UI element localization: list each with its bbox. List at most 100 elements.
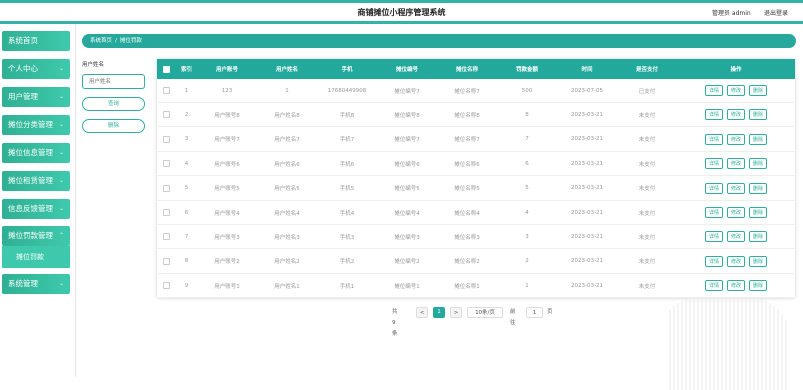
cell-amount: 2 xyxy=(525,258,529,265)
sidebar-item-system[interactable]: 系统管理 ⌄ xyxy=(2,274,70,294)
cell-account: 用户账号8 xyxy=(214,112,240,119)
batch-delete-button[interactable]: 删除 xyxy=(82,119,145,133)
page-number-current[interactable]: 1 xyxy=(433,307,445,318)
table-row: 2 用户账号8 用户姓名8 手机8 摊位编号8 摊位名称8 8 2023-03-21 未支付 详情… xyxy=(157,103,795,128)
cell-index: 7 xyxy=(184,233,189,240)
detail-button[interactable]: 详情 xyxy=(705,231,723,243)
chevron-down-icon: ⌄ xyxy=(58,280,64,287)
prev-page-button[interactable]: < xyxy=(416,307,428,318)
pagination-total: 共 9 条 xyxy=(392,309,398,337)
cell-account: 用户账号3 xyxy=(214,234,240,241)
sidebar-item-home[interactable]: 系统首页 xyxy=(2,31,70,51)
detail-button[interactable]: 详情 xyxy=(705,207,723,218)
table-row: 9 用户账号1 用户姓名1 手机1 摊位编号1 摊位名称1 1 2023-03-21 未支付 详情… xyxy=(157,274,795,299)
cell-stall-name: 摊位名称8 xyxy=(454,112,480,119)
row-actions: 详情 修改 删除 xyxy=(677,103,795,126)
query-button[interactable]: 查询 xyxy=(82,97,145,111)
sidebar-item-feedback[interactable]: 信息反馈管理 ⌄ xyxy=(2,199,70,219)
edit-button[interactable]: 修改 xyxy=(727,109,745,121)
row-checkbox[interactable] xyxy=(163,87,170,94)
detail-button[interactable]: 详情 xyxy=(705,182,723,194)
cell-index: 1 xyxy=(184,87,189,94)
table-row: 5 用户账号5 用户姓名5 手机5 摊位编号5 摊位名称5 5 2023-03-21 未支付 详情… xyxy=(157,177,795,201)
sidebar-item-user-management[interactable]: 用户管理 ⌄ xyxy=(2,87,70,107)
cell-name: 用户姓名7 xyxy=(274,137,300,144)
sidebar-item-label: 系统管理 xyxy=(8,279,38,288)
sidebar-subitem-stall-fine[interactable]: 摊位罚款 xyxy=(2,246,70,268)
delete-button[interactable]: 删除 xyxy=(749,133,767,145)
edit-button[interactable]: 修改 xyxy=(727,207,745,218)
row-checkbox[interactable] xyxy=(163,184,170,192)
search-panel: 用户姓名 查询 删除 xyxy=(80,60,150,133)
sidebar-item-personal-center[interactable]: 个人中心 ⌄ xyxy=(2,59,70,79)
cell-stall-name: 摊位名称3 xyxy=(454,234,480,241)
row-checkbox[interactable] xyxy=(163,257,170,265)
detail-button[interactable]: 详情 xyxy=(705,280,723,292)
cell-stall-name: 摊位名称6 xyxy=(454,161,480,168)
detail-button[interactable]: 详情 xyxy=(705,255,723,267)
edit-button[interactable]: 修改 xyxy=(727,231,745,243)
cell-index: 8 xyxy=(184,258,189,265)
page-size-select[interactable]: 10条/页 xyxy=(467,307,503,318)
cell-phone: 手机8 xyxy=(339,112,355,119)
delete-button[interactable]: 删除 xyxy=(749,182,767,194)
sidebar-item-stall-category[interactable]: 摊位分类管理 ⌄ xyxy=(2,115,70,135)
row-checkbox[interactable] xyxy=(163,209,170,216)
chevron-up-icon: ⌃ xyxy=(58,232,64,239)
delete-button[interactable]: 删除 xyxy=(749,207,767,218)
delete-button[interactable]: 删除 xyxy=(749,158,767,170)
next-page-button[interactable]: > xyxy=(450,307,462,318)
breadcrumb-home[interactable]: 系统首页 xyxy=(90,38,112,44)
goto-page-input[interactable]: 1 xyxy=(526,307,543,318)
sidebar-item-stall-fine[interactable]: 摊位罚款管理 ⌃ xyxy=(2,226,70,246)
edit-button[interactable]: 修改 xyxy=(727,182,745,194)
cell-amount: 4 xyxy=(525,209,529,216)
detail-button[interactable]: 详情 xyxy=(705,85,723,96)
cell-index: 9 xyxy=(184,282,189,289)
detail-button[interactable]: 详情 xyxy=(705,158,723,170)
breadcrumb-separator: / xyxy=(115,38,117,44)
cell-time: 2023-03-21 xyxy=(571,111,603,118)
chevron-down-icon: ⌄ xyxy=(58,65,64,72)
edit-button[interactable]: 修改 xyxy=(727,255,745,267)
sidebar-item-stall-rental[interactable]: 摊位租赁管理 ⌄ xyxy=(2,171,70,191)
breadcrumb-current: 摊位罚款 xyxy=(119,38,142,44)
cell-index: 4 xyxy=(184,160,189,167)
edit-button[interactable]: 修改 xyxy=(727,280,745,292)
cell-account: 用户账号1 xyxy=(214,283,240,290)
row-checkbox[interactable] xyxy=(163,233,170,241)
delete-button[interactable]: 删除 xyxy=(749,109,767,121)
delete-button[interactable]: 删除 xyxy=(749,280,767,292)
select-all-checkbox[interactable] xyxy=(163,65,170,73)
edit-button[interactable]: 修改 xyxy=(727,85,745,96)
table-row: 1 123 1 17680449908 摊位编号7 摊位名称7 500 2023-07-05 已… xyxy=(157,79,795,103)
edit-button[interactable]: 修改 xyxy=(727,158,745,170)
cell-stall-no: 摊位编号1 xyxy=(394,283,420,290)
cell-amount: 5 xyxy=(525,185,529,192)
logout-link[interactable]: 退出登录 xyxy=(764,8,788,17)
row-checkbox[interactable] xyxy=(163,160,170,168)
cell-account: 用户账号6 xyxy=(214,161,240,168)
sidebar-item-stall-info[interactable]: 摊位信息管理 ⌄ xyxy=(2,143,70,163)
cell-account: 用户账号4 xyxy=(214,210,240,217)
row-checkbox[interactable] xyxy=(163,111,170,119)
cell-index: 3 xyxy=(184,136,189,143)
delete-button[interactable]: 删除 xyxy=(749,255,767,267)
cell-stall-name: 摊位名称1 xyxy=(454,283,480,290)
edit-button[interactable]: 修改 xyxy=(727,133,745,145)
sidebar-item-label: 用户管理 xyxy=(8,92,38,101)
search-input[interactable] xyxy=(82,74,145,89)
row-checkbox[interactable] xyxy=(163,282,170,290)
detail-button[interactable]: 详情 xyxy=(705,109,723,121)
cell-name: 1 xyxy=(285,87,289,94)
data-table: 索引 用户账号 用户姓名 手机 摊位编号 摊位名称 罚款金额 时间 是否支付 操… xyxy=(157,59,795,299)
detail-button[interactable]: 详情 xyxy=(705,133,723,145)
cell-account: 用户账号7 xyxy=(214,137,240,144)
cell-name: 用户姓名5 xyxy=(274,186,300,193)
row-actions: 详情 修改 删除 xyxy=(677,250,795,273)
delete-button[interactable]: 删除 xyxy=(749,85,767,96)
cell-paid: 未支付 xyxy=(638,112,656,119)
row-checkbox[interactable] xyxy=(163,135,170,143)
row-actions: 详情 修改 删除 xyxy=(677,274,795,297)
delete-button[interactable]: 删除 xyxy=(749,231,767,243)
